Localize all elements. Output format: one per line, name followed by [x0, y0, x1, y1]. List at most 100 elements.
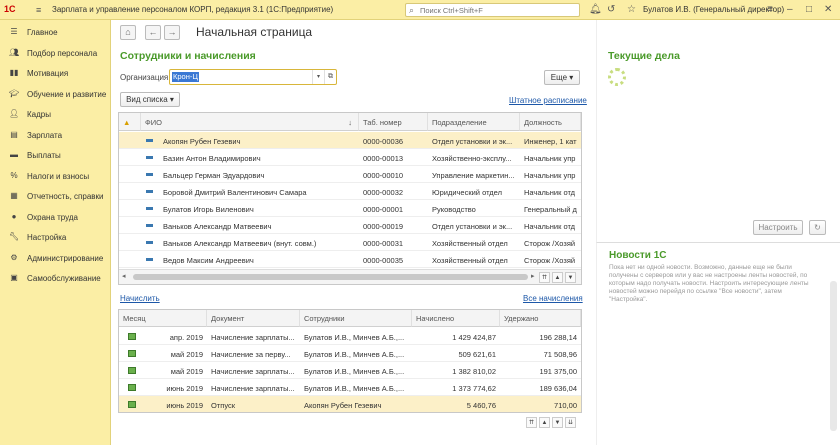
- employees-table: ▲ ФИО ↓ Таб. номер Подразделение Должност…: [118, 112, 582, 285]
- sidebar-item-11[interactable]: ⚙ Администрирование: [0, 250, 111, 268]
- chevron-down-icon[interactable]: ▾: [312, 70, 324, 84]
- table-row[interactable]: май 2019 Начисление зарплаты... Булатов И.…: [119, 362, 581, 379]
- cell-tab: 0000-00035: [363, 256, 404, 265]
- open-icon[interactable]: ⧉: [324, 70, 336, 84]
- settings-menu-icon[interactable]: ≡: [767, 4, 773, 15]
- loading-spinner-icon: [608, 68, 626, 86]
- payments-scroll-bottom-button[interactable]: ⇊: [565, 417, 576, 428]
- horizontal-scrollbar[interactable]: ◂ ▸ ⇈ ▲ ▼: [119, 269, 581, 284]
- table-row[interactable]: Ваньков Александр Матвеевич (внут. совм.…: [119, 234, 581, 251]
- search-input[interactable]: [420, 5, 578, 16]
- arrow-right-icon: →: [167, 27, 177, 37]
- payments-scroll-up-button[interactable]: ▲: [539, 417, 550, 428]
- cell-pos: Начальник отд: [524, 188, 576, 197]
- sidebar-item-4[interactable]: 👤︎ Кадры: [0, 106, 111, 124]
- app-title: Зарплата и управление персоналом КОРП, р…: [52, 5, 334, 14]
- column-header-withheld[interactable]: Удержано: [500, 310, 581, 327]
- main-menu-icon[interactable]: ≡: [36, 5, 41, 15]
- column-header-document[interactable]: Документ: [207, 310, 300, 327]
- column-header-position[interactable]: Должность: [520, 113, 581, 131]
- scroll-left-icon[interactable]: ◂: [122, 272, 126, 280]
- sidebar-item-7[interactable]: % Налоги и взносы: [0, 168, 111, 186]
- table-row[interactable]: Акопян Рубен Гезевич 0000-00036 Отдел уста…: [119, 132, 581, 149]
- column-header-tab[interactable]: Таб. номер: [359, 113, 428, 131]
- sidebar-item-1[interactable]: 👥︎ Подбор персонала: [0, 45, 111, 63]
- cell-dept: Хозяйственно-эксплу...: [432, 154, 512, 163]
- sidebar-item-label: Зарплата: [27, 130, 63, 140]
- arrow-left-icon: ←: [148, 27, 158, 37]
- scroll-top-button[interactable]: ⇈: [539, 272, 550, 283]
- sidebar-item-10[interactable]: 🔧︎ Настройка: [0, 229, 111, 247]
- scroll-down-button[interactable]: ▼: [565, 272, 576, 283]
- document-icon: [128, 401, 136, 408]
- scroll-right-icon[interactable]: ▸: [531, 272, 535, 280]
- table-row[interactable]: Булатов Игорь Виленович 0000-00001 Руковод…: [119, 200, 581, 217]
- payments-scroll-top-button[interactable]: ⇈: [526, 417, 537, 428]
- global-search[interactable]: ⌕: [405, 3, 580, 17]
- maximize-icon[interactable]: □: [806, 4, 812, 15]
- cell-accrued: 5 460,76: [466, 401, 496, 410]
- payments-icon: ▬: [10, 150, 18, 159]
- accrue-link[interactable]: Начислить: [120, 294, 160, 303]
- cell-name: Ваньков Александр Матвеевич: [163, 222, 272, 231]
- home-button[interactable]: ⌂: [120, 25, 136, 40]
- column-header-employees[interactable]: Сотрудники: [300, 310, 412, 327]
- more-button[interactable]: Еще ▾: [544, 70, 580, 85]
- cell-month: апр. 2019: [169, 333, 203, 342]
- cell-dept: Отдел установки и эк...: [432, 137, 513, 146]
- table-row[interactable]: июнь 2019 Начисление зарплаты... Булатов И…: [119, 379, 581, 396]
- all-accruals-link[interactable]: Все начисления: [523, 294, 583, 303]
- column-header-month[interactable]: Месяц: [119, 310, 207, 327]
- table-row[interactable]: Бальцер Герман Эдуардович 0000-00010 Управ…: [119, 166, 581, 183]
- table-row[interactable]: май 2019 Начисление за перву... Булатов И.…: [119, 345, 581, 362]
- cell-month: май 2019: [170, 350, 203, 359]
- sidebar-item-0[interactable]: ☰ Главное: [0, 24, 111, 42]
- star-icon[interactable]: ☆: [627, 4, 636, 15]
- column-header-accrued[interactable]: Начислено: [412, 310, 500, 327]
- organization-field[interactable]: Крон-Ц ▾ ⧉: [169, 69, 337, 85]
- forward-button[interactable]: →: [164, 25, 180, 40]
- scroll-up-button[interactable]: ▲: [552, 272, 563, 283]
- bell-icon[interactable]: 🔔︎: [589, 4, 602, 15]
- news-text: Пока нет ни одной новости. Возможно, дан…: [609, 264, 809, 303]
- table-row[interactable]: июнь 2019 Отпуск Акопян Рубен Гезевич 5 460…: [119, 396, 581, 412]
- sidebar-item-12[interactable]: ▣ Самообслуживание: [0, 270, 111, 288]
- back-button[interactable]: ←: [145, 25, 161, 40]
- table-row[interactable]: Базин Антон Владимирович 0000-00013 Хозяйс…: [119, 149, 581, 166]
- current-user[interactable]: Булатов И.В. (Генеральный директор): [643, 5, 784, 14]
- sidebar-item-label: Мотивация: [27, 69, 69, 78]
- sidebar-item-9[interactable]: ● Охрана труда: [0, 209, 111, 227]
- sidebar-item-6[interactable]: ▬ Выплаты: [0, 147, 111, 165]
- sidebar-item-3[interactable]: 🎓︎ Обучение и развитие: [0, 86, 111, 104]
- staff-schedule-link[interactable]: Штатное расписание: [509, 96, 587, 105]
- news-scrollbar[interactable]: [830, 281, 837, 431]
- sidebar-item-label: Настройка: [27, 233, 67, 242]
- column-header-dept[interactable]: Подразделение: [428, 113, 520, 131]
- close-icon[interactable]: ✕: [824, 4, 832, 15]
- configure-button[interactable]: Настроить: [753, 220, 803, 235]
- cell-accrued: 1 373 774,62: [452, 384, 496, 393]
- sidebar-item-2[interactable]: ▮▮ Мотивация: [0, 65, 111, 83]
- cell-tab: 0000-00013: [363, 154, 404, 163]
- history-icon[interactable]: ↺: [607, 4, 615, 15]
- table-row[interactable]: Боровой Дмитрий Валентинович Самара 0000-…: [119, 183, 581, 200]
- sidebar-item-5[interactable]: ▤ Зарплата: [0, 127, 111, 145]
- salary-icon: ▤: [10, 129, 18, 139]
- refresh-button[interactable]: ↻: [809, 220, 826, 235]
- employee-icon: [146, 241, 153, 244]
- sidebar-item-label: Охрана труда: [27, 212, 78, 222]
- cell-pos: Сторож /Хозяй: [524, 239, 576, 248]
- column-header-name[interactable]: ФИО ↓: [141, 113, 359, 131]
- cell-name: Ведов Максим Андреевич: [163, 256, 254, 265]
- sidebar-item-8[interactable]: ▦ Отчетность, справки: [0, 188, 111, 206]
- cell-name: Булатов Игорь Виленович: [163, 205, 254, 214]
- list-view-button[interactable]: Вид списка ▾: [120, 92, 180, 107]
- minimize-icon[interactable]: –: [787, 4, 793, 15]
- table-row[interactable]: Ваньков Александр Матвеевич 0000-00019 Отд…: [119, 217, 581, 234]
- scroll-thumb[interactable]: [133, 274, 528, 280]
- payments-scroll-down-button[interactable]: ▼: [552, 417, 563, 428]
- employee-icon: [146, 224, 153, 227]
- table-row[interactable]: Ведов Максим Андреевич 0000-00035 Хозяйств…: [119, 251, 581, 268]
- table-row[interactable]: апр. 2019 Начисление зарплаты... Булатов И…: [119, 328, 581, 345]
- employee-icon: [146, 207, 153, 210]
